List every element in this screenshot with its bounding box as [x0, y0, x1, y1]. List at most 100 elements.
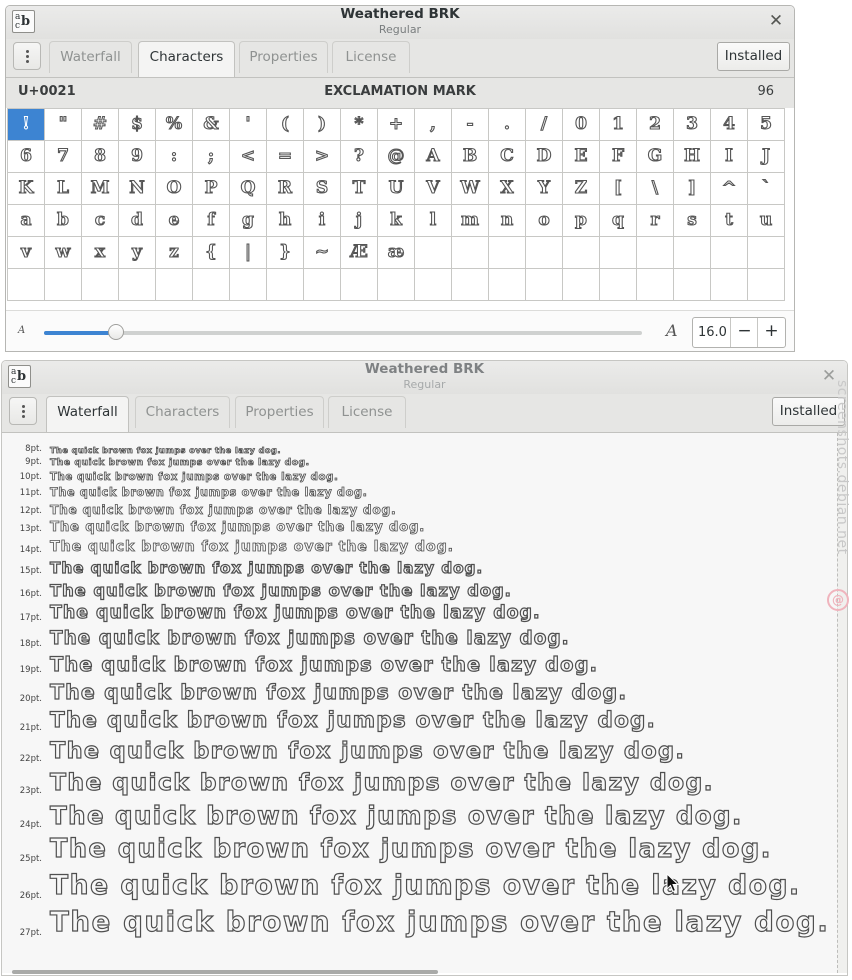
character-cell[interactable]	[8, 269, 45, 301]
character-cell[interactable]: +	[378, 109, 415, 141]
character-cell[interactable]	[415, 237, 452, 269]
tab-properties[interactable]: Properties	[235, 396, 324, 428]
horizontal-scrollbar[interactable]	[2, 969, 838, 975]
character-cell[interactable]: ~	[304, 237, 341, 269]
character-cell[interactable]: {	[193, 237, 230, 269]
character-cell[interactable]: @	[378, 141, 415, 173]
tab-license[interactable]: License	[332, 41, 410, 73]
character-cell[interactable]: C	[489, 141, 526, 173]
menu-button[interactable]	[9, 397, 37, 425]
character-cell[interactable]: ?	[341, 141, 378, 173]
character-cell[interactable]	[563, 237, 600, 269]
character-cell[interactable]: a	[8, 205, 45, 237]
menu-button[interactable]	[13, 42, 41, 70]
character-cell[interactable]	[526, 269, 563, 301]
character-cell[interactable]: m	[452, 205, 489, 237]
character-cell[interactable]: %	[156, 109, 193, 141]
character-cell[interactable]: &	[193, 109, 230, 141]
character-cell[interactable]: e	[156, 205, 193, 237]
character-cell[interactable]	[45, 269, 82, 301]
character-cell[interactable]: Y	[526, 173, 563, 205]
character-cell[interactable]: 9	[119, 141, 156, 173]
slider-handle[interactable]	[107, 324, 124, 340]
character-cell[interactable]	[378, 269, 415, 301]
character-cell[interactable]: *	[341, 109, 378, 141]
character-cell[interactable]	[230, 269, 267, 301]
character-cell[interactable]: .	[489, 109, 526, 141]
character-cell[interactable]: b	[45, 205, 82, 237]
character-cell[interactable]: V	[415, 173, 452, 205]
character-cell[interactable]: x	[82, 237, 119, 269]
character-cell[interactable]: w	[45, 237, 82, 269]
character-cell[interactable]: y	[119, 237, 156, 269]
character-cell[interactable]: p	[563, 205, 600, 237]
character-cell[interactable]: M	[82, 173, 119, 205]
character-cell[interactable]	[489, 237, 526, 269]
character-cell[interactable]: R	[267, 173, 304, 205]
character-cell[interactable]: U	[378, 173, 415, 205]
character-cell[interactable]: T	[341, 173, 378, 205]
character-cell[interactable]: s	[674, 205, 711, 237]
character-cell[interactable]: q	[600, 205, 637, 237]
character-cell[interactable]: d	[119, 205, 156, 237]
character-cell[interactable]	[748, 269, 785, 301]
character-cell[interactable]: 0	[563, 109, 600, 141]
character-cell[interactable]	[674, 237, 711, 269]
character-cell[interactable]: L	[45, 173, 82, 205]
character-cell[interactable]: 5	[748, 109, 785, 141]
character-cell[interactable]: X	[489, 173, 526, 205]
character-cell[interactable]: æ	[378, 237, 415, 269]
character-cell[interactable]: !	[8, 109, 45, 141]
character-cell[interactable]: "	[45, 109, 82, 141]
character-cell[interactable]: B	[452, 141, 489, 173]
character-cell[interactable]: >	[304, 141, 341, 173]
character-cell[interactable]: 2	[637, 109, 674, 141]
character-cell[interactable]: /	[526, 109, 563, 141]
character-cell[interactable]: c	[82, 205, 119, 237]
character-cell[interactable]	[674, 269, 711, 301]
character-cell[interactable]: \	[637, 173, 674, 205]
character-cell[interactable]: u	[748, 205, 785, 237]
character-cell[interactable]: O	[156, 173, 193, 205]
character-cell[interactable]: '	[230, 109, 267, 141]
character-cell[interactable]: |	[230, 237, 267, 269]
character-cell[interactable]: 8	[82, 141, 119, 173]
character-cell[interactable]	[600, 237, 637, 269]
character-cell[interactable]: Æ	[341, 237, 378, 269]
character-cell[interactable]: f	[193, 205, 230, 237]
character-cell[interactable]	[563, 269, 600, 301]
character-cell[interactable]: z	[156, 237, 193, 269]
character-cell[interactable]: A	[415, 141, 452, 173]
character-cell[interactable]	[452, 237, 489, 269]
character-cell[interactable]: 4	[711, 109, 748, 141]
character-cell[interactable]	[267, 269, 304, 301]
character-cell[interactable]: G	[637, 141, 674, 173]
character-cell[interactable]: j	[341, 205, 378, 237]
character-cell[interactable]: I	[711, 141, 748, 173]
character-cell[interactable]: H	[674, 141, 711, 173]
character-cell[interactable]: :	[156, 141, 193, 173]
tab-properties[interactable]: Properties	[239, 41, 328, 73]
character-cell[interactable]: 1	[600, 109, 637, 141]
scrollbar-thumb[interactable]	[12, 970, 438, 974]
character-cell[interactable]	[489, 269, 526, 301]
tab-waterfall[interactable]: Waterfall	[46, 396, 129, 432]
character-cell[interactable]: g	[230, 205, 267, 237]
character-cell[interactable]: n	[489, 205, 526, 237]
character-cell[interactable]: J	[748, 141, 785, 173]
character-cell[interactable]	[452, 269, 489, 301]
character-cell[interactable]: o	[526, 205, 563, 237]
character-cell[interactable]: 7	[45, 141, 82, 173]
tab-characters[interactable]: Characters	[135, 396, 230, 428]
character-cell[interactable]: )	[304, 109, 341, 141]
character-cell[interactable]: ]	[674, 173, 711, 205]
size-value[interactable]: 16.0	[698, 325, 727, 340]
installed-button[interactable]: Installed	[717, 42, 790, 71]
character-cell[interactable]: Z	[563, 173, 600, 205]
tab-characters[interactable]: Characters	[138, 41, 235, 77]
character-cell[interactable]: i	[304, 205, 341, 237]
character-cell[interactable]	[304, 269, 341, 301]
character-cell[interactable]: 3	[674, 109, 711, 141]
size-slider[interactable]	[44, 324, 642, 340]
decrease-size-button[interactable]: −	[730, 318, 758, 347]
